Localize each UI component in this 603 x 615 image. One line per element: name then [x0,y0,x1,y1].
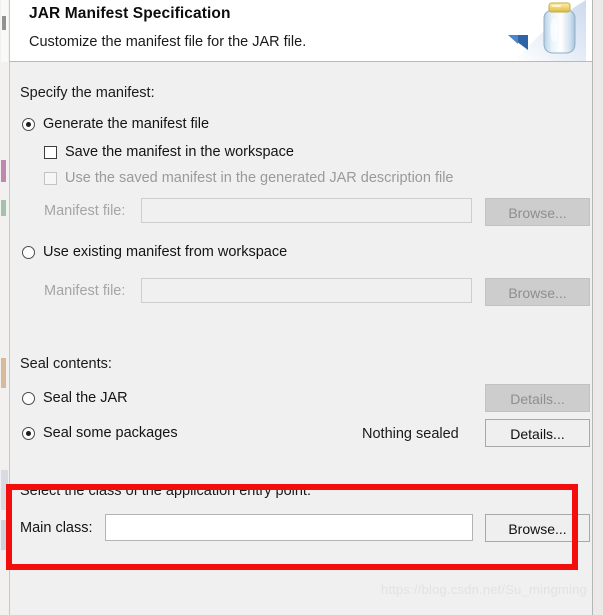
checkbox-label: Save the manifest in the workspace [65,144,294,160]
radio-indicator[interactable] [22,117,35,131]
manifest-file-label-generated: Manifest file: [44,203,126,219]
checkbox-label: Use the saved manifest in the generated … [65,170,454,186]
main-class-label: Main class: [20,520,93,536]
details-button-seal-some-packages[interactable]: Details... [485,419,590,447]
radio-indicator[interactable] [22,426,35,440]
main-class-input[interactable] [105,514,473,541]
specify-manifest-label: Specify the manifest: [20,85,155,101]
radio-label: Generate the manifest file [43,116,210,132]
radio-label: Seal the JAR [43,390,128,406]
page-description: Customize the manifest file for the JAR … [29,34,307,50]
manifest-file-input-generated[interactable] [141,198,472,223]
radio-seal-the-jar[interactable]: Seal the JAR [22,390,128,406]
checkbox-use-saved-manifest: Use the saved manifest in the generated … [44,170,454,186]
radio-generate-manifest[interactable]: Generate the manifest file [22,116,209,132]
background-bleed-left [0,0,9,615]
radio-label: Seal some packages [43,425,178,441]
seal-status-text: Nothing sealed [362,426,459,442]
watermark-text: https://blog.csdn.net/Su_mingming [380,582,587,597]
radio-indicator[interactable] [22,245,35,259]
seal-contents-label: Seal contents: [20,356,112,372]
browse-button-main-class[interactable]: Browse... [485,514,590,542]
radio-label: Use existing manifest from workspace [43,244,288,260]
manifest-file-label-existing: Manifest file: [44,283,126,299]
wizard-header: JAR Manifest Specification Customize the… [10,0,592,62]
jar-export-wizard-dialog: JAR Manifest Specification Customize the… [9,0,593,615]
wizard-body: Specify the manifest: Generate the manif… [10,62,592,615]
background-bleed-right [593,0,603,615]
jar-file-icon [494,0,586,61]
browse-button-manifest-existing[interactable]: Browse... [485,278,590,306]
radio-indicator[interactable] [22,391,35,405]
checkbox-indicator [44,171,57,185]
radio-seal-some-packages[interactable]: Seal some packages [22,425,178,441]
checkbox-indicator[interactable] [44,145,57,159]
details-button-seal-jar[interactable]: Details... [485,384,590,412]
browse-button-manifest-generated[interactable]: Browse... [485,198,590,226]
radio-use-existing-manifest[interactable]: Use existing manifest from workspace [22,244,287,260]
page-title: JAR Manifest Specification [29,5,231,22]
entry-point-label: Select the class of the application entr… [20,483,311,499]
checkbox-save-manifest-in-workspace[interactable]: Save the manifest in the workspace [44,144,294,160]
manifest-file-input-existing[interactable] [141,278,472,303]
